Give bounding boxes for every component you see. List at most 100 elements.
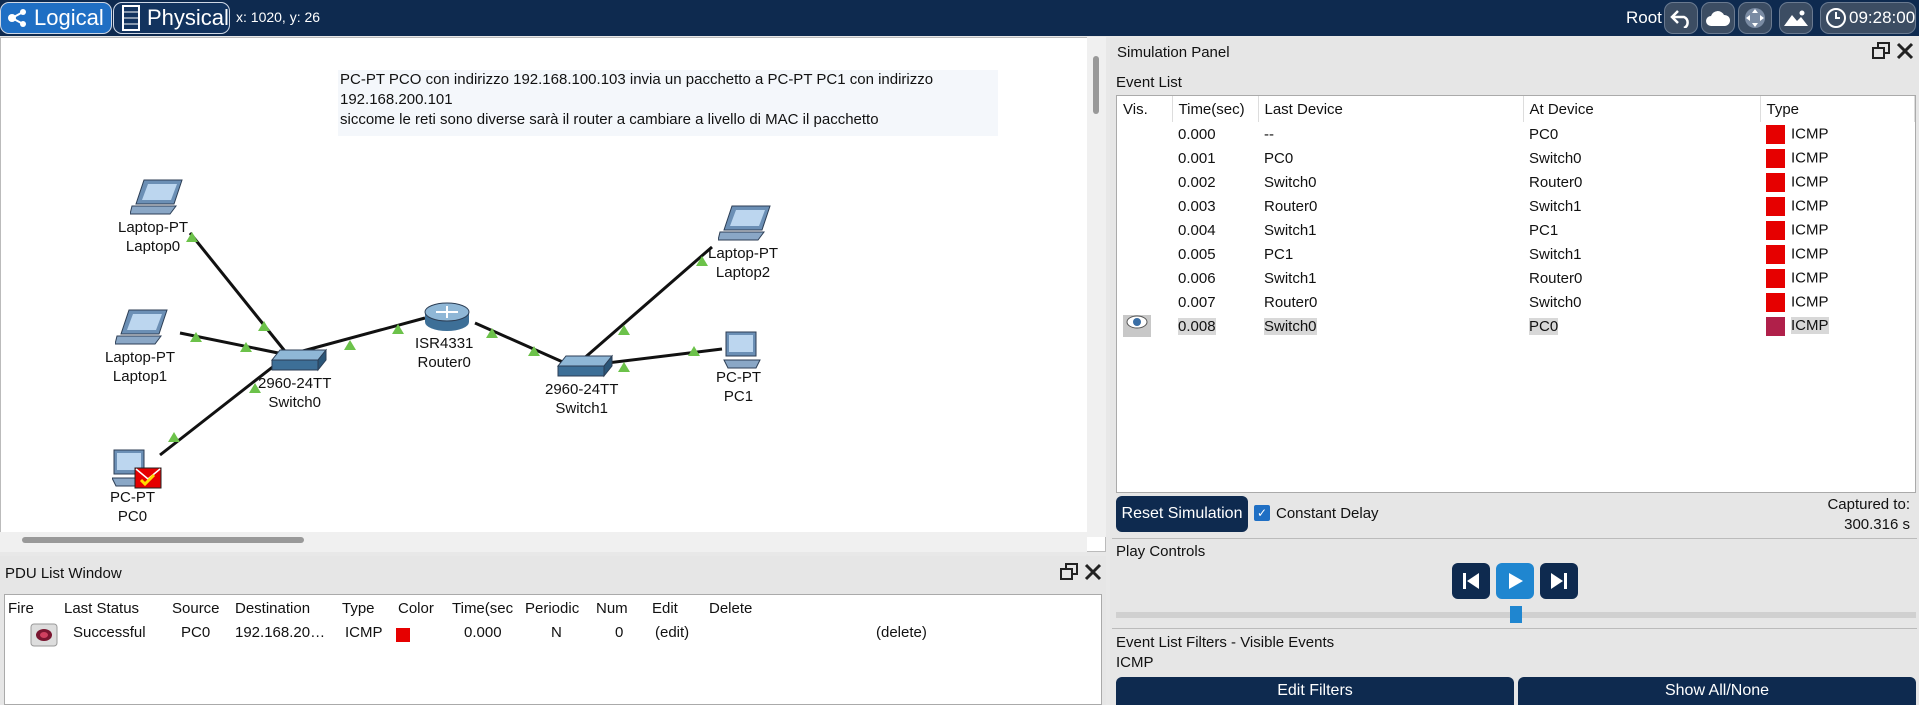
physical-view-button[interactable]: Physical <box>113 2 230 34</box>
pdu-edit-link[interactable]: (edit) <box>655 624 689 641</box>
event-type-text: ICMP <box>1791 220 1829 238</box>
event-vis-cell[interactable] <box>1117 146 1172 170</box>
event-type: ICMP <box>1760 194 1915 218</box>
router0-icon[interactable] <box>422 300 472 338</box>
laptop0-label: Laptop-PT Laptop0 <box>118 219 189 255</box>
pdu-col-num[interactable]: Num <box>596 600 628 617</box>
landscape-icon[interactable] <box>1779 2 1813 34</box>
event-row[interactable]: 0.003 Router0 Switch1 ICMP <box>1117 194 1915 218</box>
pdu-col-fire[interactable]: Fire <box>8 600 34 617</box>
event-row[interactable]: 0.006 Switch1 Router0 ICMP <box>1117 266 1915 290</box>
play-icon <box>1509 573 1523 589</box>
step-back-button[interactable] <box>1452 563 1490 599</box>
event-row[interactable]: 0.005 PC1 Switch1 ICMP <box>1117 242 1915 266</box>
move-icon[interactable] <box>1738 2 1772 34</box>
event-type: ICMP <box>1760 122 1915 146</box>
event-type-color-swatch <box>1766 172 1785 192</box>
event-row[interactable]: 0.004 Switch1 PC1 ICMP <box>1117 218 1915 242</box>
step-forward-button[interactable] <box>1540 563 1578 599</box>
pdu-col-last-status[interactable]: Last Status <box>64 600 139 617</box>
event-row[interactable]: 0.002 Switch0 Router0 ICMP <box>1117 170 1915 194</box>
pdu-col-time[interactable]: Time(sec <box>452 600 514 617</box>
event-time: 0.005 <box>1172 242 1258 266</box>
event-vis-cell[interactable] <box>1117 218 1172 242</box>
event-last-device: Router0 <box>1258 194 1523 218</box>
event-type: ICMP <box>1760 290 1915 314</box>
pdu-col-periodic[interactable]: Periodic <box>525 600 579 617</box>
event-at-device: Router0 <box>1523 266 1760 290</box>
play-button[interactable] <box>1496 563 1534 599</box>
back-arrow-icon[interactable] <box>1664 2 1698 34</box>
event-row[interactable]: 0.000 -- PC0 ICMP <box>1117 122 1915 146</box>
event-filters-label: Event List Filters - Visible Events <box>1116 634 1335 651</box>
col-vis[interactable]: Vis. <box>1117 96 1173 122</box>
play-controls-label: Play Controls <box>1116 543 1206 560</box>
fire-icon[interactable] <box>30 623 58 651</box>
pdu-col-edit[interactable]: Edit <box>652 600 678 617</box>
event-vis-cell[interactable] <box>1117 314 1172 338</box>
event-type-text: ICMP <box>1791 316 1829 334</box>
event-row[interactable]: 0.008 Switch0 PC0 ICMP <box>1117 314 1915 338</box>
pdu-col-type[interactable]: Type <box>342 600 375 617</box>
close-icon[interactable] <box>1896 42 1914 64</box>
laptop2-icon[interactable] <box>717 204 776 248</box>
event-type-text: ICMP <box>1791 292 1829 310</box>
event-vis-cell[interactable] <box>1117 266 1172 290</box>
event-at-device: PC0 <box>1523 122 1760 146</box>
clock-display: 09:28:00 <box>1820 2 1916 34</box>
event-time-text: 0.005 <box>1178 245 1216 263</box>
event-time: 0.004 <box>1172 218 1258 242</box>
edit-filters-button[interactable]: Edit Filters <box>1116 677 1514 705</box>
event-row[interactable]: 0.007 Router0 Switch0 ICMP <box>1117 290 1915 314</box>
laptop0-icon[interactable] <box>129 178 188 222</box>
event-vis-cell[interactable] <box>1117 170 1172 194</box>
col-last-device[interactable]: Last Device <box>1258 96 1524 122</box>
logical-label: Logical <box>34 5 104 30</box>
pdu-col-delete[interactable]: Delete <box>709 600 752 617</box>
event-last-device: Router0 <box>1258 290 1523 314</box>
event-last-device-text: Switch0 <box>1264 317 1317 335</box>
laptop1-icon[interactable] <box>114 308 173 352</box>
pdu-status: Successful <box>73 624 146 641</box>
col-at-device[interactable]: At Device <box>1523 96 1761 122</box>
pdu-undock-icon[interactable] <box>1060 563 1078 585</box>
event-at-device-text: Switch0 <box>1529 149 1582 167</box>
event-vis-cell[interactable] <box>1117 194 1172 218</box>
pdu-col-color[interactable]: Color <box>398 600 434 617</box>
event-at-device-text: PC1 <box>1529 221 1559 239</box>
logical-view-button[interactable]: Logical <box>0 2 112 34</box>
event-last-device-text: Switch0 <box>1264 173 1317 191</box>
event-time-text: 0.004 <box>1178 221 1216 239</box>
logical-network-icon <box>5 5 31 31</box>
reset-simulation-button[interactable]: Reset Simulation <box>1116 496 1248 532</box>
switch0-label: 2960-24TT Switch0 <box>258 375 332 411</box>
constant-delay-checkbox[interactable]: ✓ <box>1254 505 1270 521</box>
cloud-icon[interactable] <box>1701 2 1735 34</box>
event-row[interactable]: 0.001 PC0 Switch0 ICMP <box>1117 146 1915 170</box>
event-at-device-text: Router0 <box>1529 173 1583 191</box>
pdu-delete-link[interactable]: (delete) <box>876 624 927 641</box>
event-at-device: Switch0 <box>1523 146 1760 170</box>
col-time[interactable]: Time(sec) <box>1172 96 1259 122</box>
workspace-vertical-scroll-thumb[interactable] <box>1093 56 1099 114</box>
event-last-device: Switch1 <box>1258 218 1523 242</box>
col-type[interactable]: Type <box>1760 96 1915 122</box>
event-type-color-swatch <box>1766 268 1785 288</box>
undock-icon[interactable] <box>1872 42 1890 64</box>
pdu-col-destination[interactable]: Destination <box>235 600 310 617</box>
event-last-device-text: Switch1 <box>1264 269 1317 287</box>
event-at-device-text: Switch0 <box>1529 293 1582 311</box>
event-vis-cell[interactable] <box>1117 122 1172 146</box>
pdu-col-source[interactable]: Source <box>172 600 220 617</box>
event-last-device-text: PC1 <box>1264 245 1294 263</box>
show-all-none-button[interactable]: Show All/None <box>1518 677 1916 705</box>
pdu-close-icon[interactable] <box>1084 563 1102 585</box>
event-vis-cell[interactable] <box>1117 242 1172 266</box>
event-filters-value: ICMP <box>1116 654 1154 671</box>
event-time-text: 0.001 <box>1178 149 1216 167</box>
event-vis-cell[interactable] <box>1117 290 1172 314</box>
playback-speed-thumb[interactable] <box>1510 606 1522 623</box>
workspace-horizontal-scroll-thumb[interactable] <box>22 537 304 543</box>
event-type-color-swatch <box>1766 124 1785 144</box>
event-type-text: ICMP <box>1791 172 1829 190</box>
